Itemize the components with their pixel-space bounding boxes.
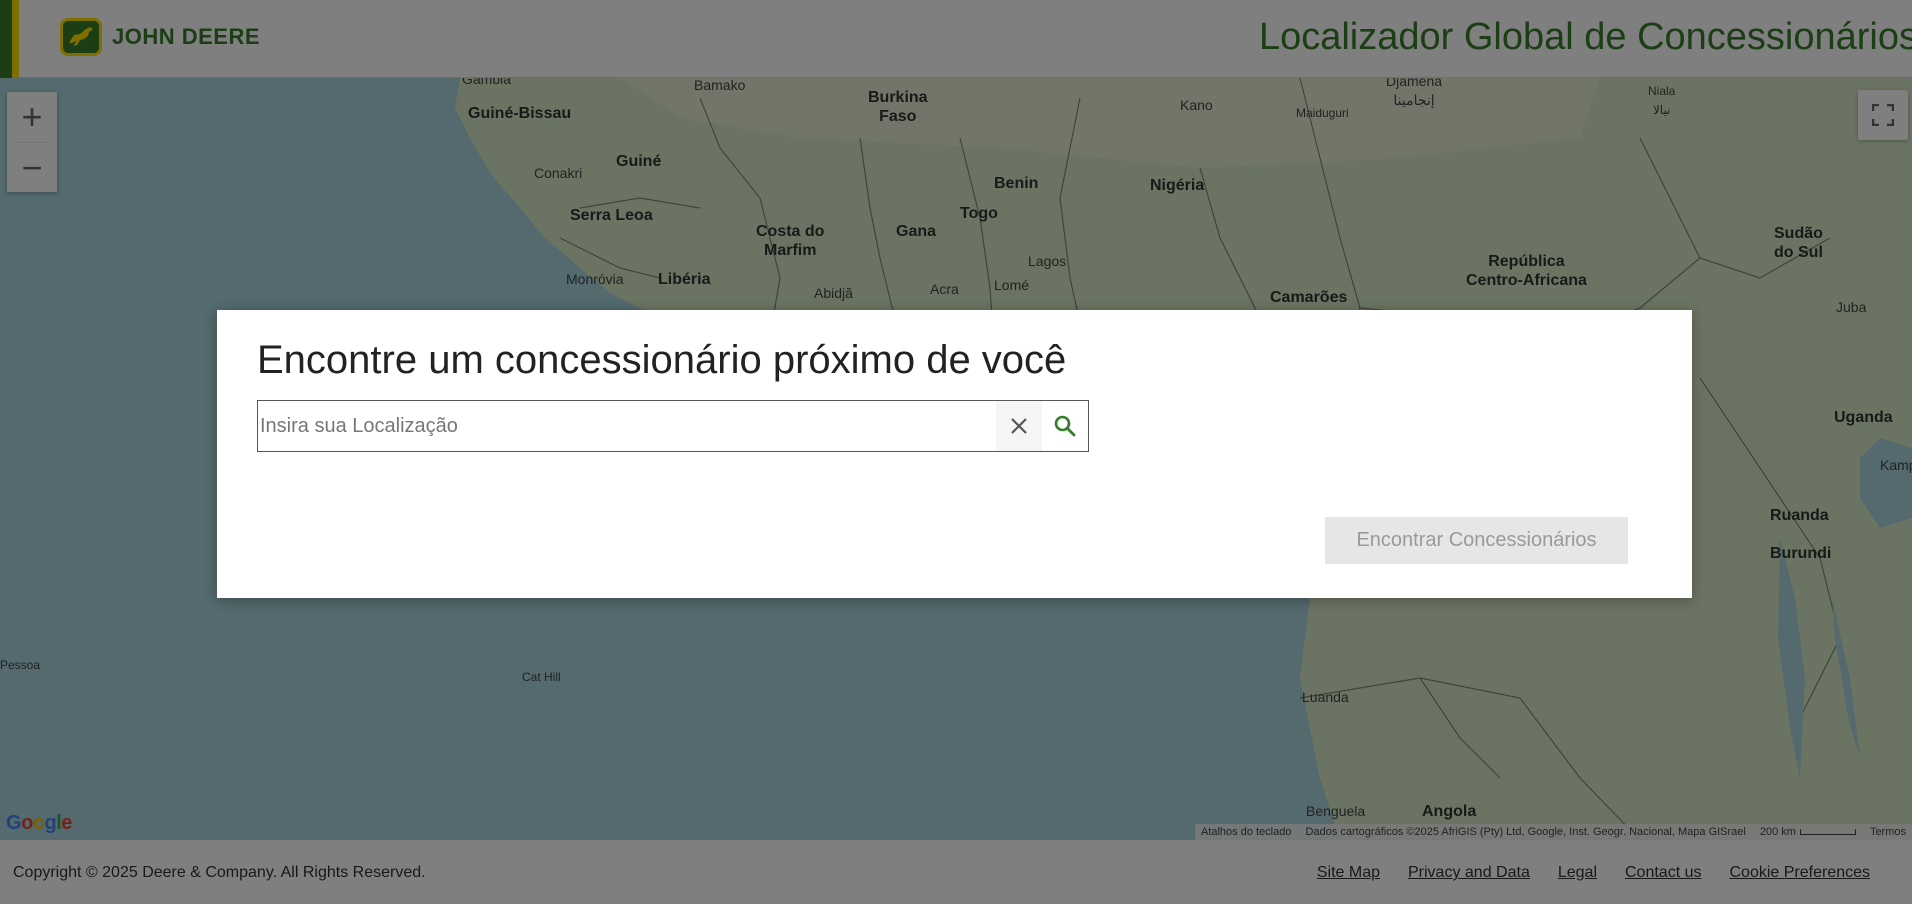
- close-icon: [1011, 418, 1027, 434]
- search-button[interactable]: [1042, 401, 1088, 451]
- find-dealers-button[interactable]: Encontrar Concessionários: [1325, 517, 1628, 564]
- clear-search-button[interactable]: [996, 401, 1042, 451]
- search-icon: [1054, 415, 1076, 437]
- modal-title: Encontre um concessionário próximo de vo…: [257, 338, 1067, 382]
- dealer-search-modal: Encontre um concessionário próximo de vo…: [217, 310, 1692, 598]
- location-search-box: [257, 400, 1089, 452]
- location-search-input[interactable]: [258, 401, 996, 451]
